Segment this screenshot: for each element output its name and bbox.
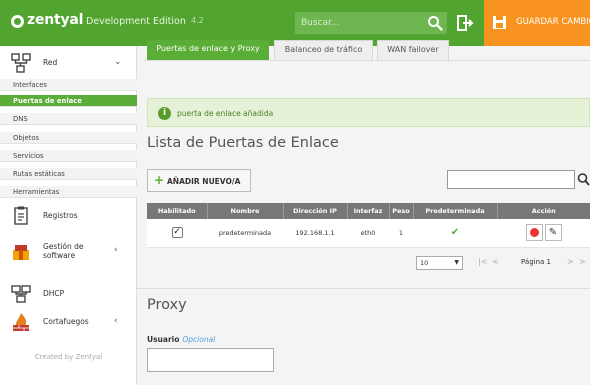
sidebar-item-registros[interactable]: Registros: [0, 201, 137, 231]
save-changes-label: GUARDAR CAMBIOS: [516, 17, 590, 27]
user-field[interactable]: [147, 348, 274, 372]
next-page-icon[interactable]: >: [567, 257, 574, 266]
gateways-table: Habilitado Nombre Dirección IP Interfaz …: [147, 203, 590, 248]
gateways-title: Lista de Puertas de Enlace: [147, 135, 339, 151]
first-page-icon[interactable]: |<: [478, 257, 487, 266]
tabs-divider: [144, 60, 590, 61]
column-header[interactable]: Peso: [389, 203, 414, 219]
sidebar-subitem-static-routes[interactable]: Rutas estáticas: [0, 168, 137, 180]
brand-name: zentyal: [27, 12, 84, 28]
page-size-select[interactable]: 10 ▼: [416, 256, 463, 270]
sidebar-subitem-tools[interactable]: Herramientas: [0, 186, 137, 198]
firewall-icon: [13, 313, 29, 331]
info-icon: i: [158, 107, 171, 120]
chevron-down-icon: ▼: [454, 259, 459, 266]
notice-text: puerta de enlace añadida: [177, 109, 274, 118]
sidebar-subitem-interfaces[interactable]: Interfaces: [0, 79, 137, 91]
chevron-left-icon: ‹: [114, 245, 118, 255]
sidebar-item-dhcp[interactable]: DHCP: [0, 279, 137, 309]
enabled-checkbox[interactable]: ✓: [171, 227, 183, 239]
sidebar-subitem-objects[interactable]: Objetos: [0, 132, 137, 144]
optional-hint: Opcional: [182, 335, 216, 344]
gateway-interface: eth0: [347, 219, 389, 248]
gateway-ip: 192.168.1.1: [283, 219, 347, 248]
add-new-button[interactable]: + AÑADIR NUEVO/A: [147, 169, 251, 192]
sidebar-item-red[interactable]: Red ⌄: [0, 48, 137, 78]
page-size-value: 10: [420, 259, 429, 267]
column-header[interactable]: Predeterminada: [413, 203, 498, 219]
gateway-name: predeterminada: [207, 219, 283, 248]
gateway-weight: 1: [389, 219, 413, 248]
delete-button[interactable]: [525, 224, 543, 242]
version-label: 4.2: [191, 16, 204, 25]
section-divider: [137, 288, 590, 289]
created-by-credit[interactable]: Created by Zentyal: [0, 353, 137, 361]
sidebar: Red ⌄ Interfaces Puertas de enlace DNS O…: [0, 46, 137, 385]
logs-icon: [14, 206, 28, 225]
chevron-left-icon: ‹: [114, 316, 118, 326]
sidebar-item-label: Cortafuegos: [43, 317, 89, 326]
floppy-disk-icon: [493, 16, 506, 29]
sidebar-subitem-gateways[interactable]: Puertas de enlace: [0, 95, 137, 107]
sidebar-item-firewall[interactable]: Cortafuegos ‹: [0, 307, 137, 337]
sidebar-item-label: DHCP: [43, 289, 65, 298]
user-label-text: Usuario: [147, 335, 180, 344]
zentyal-logo-icon: [11, 15, 24, 28]
prev-page-icon[interactable]: <: [492, 257, 499, 266]
logout-icon[interactable]: [456, 14, 474, 32]
network-icon: [11, 53, 31, 73]
default-check-icon: ✔: [450, 227, 460, 239]
search-input[interactable]: [301, 16, 421, 30]
delete-icon: [529, 228, 539, 238]
sidebar-item-label: Registros: [43, 211, 78, 220]
plus-icon: +: [154, 173, 165, 187]
filter-input[interactable]: [447, 170, 575, 189]
search-icon[interactable]: [577, 172, 590, 187]
table-header-row: Habilitado Nombre Dirección IP Interfaz …: [147, 203, 590, 219]
add-new-label: AÑADIR NUEVO/A: [167, 177, 241, 186]
edit-button[interactable]: ✎: [544, 224, 562, 242]
search-icon[interactable]: [427, 15, 443, 31]
column-header[interactable]: Nombre: [207, 203, 284, 219]
last-page-icon[interactable]: >: [579, 257, 586, 266]
proxy-title: Proxy: [147, 297, 187, 313]
edition-label: Development Edition: [86, 16, 186, 27]
sidebar-item-label: Gestión de software: [43, 242, 84, 260]
sidebar-item-label: Red: [43, 58, 58, 67]
column-header[interactable]: Habilitado: [147, 203, 208, 219]
software-icon: [13, 245, 29, 260]
tab-gateways-proxy[interactable]: Puertas de enlace y Proxy: [147, 40, 269, 61]
column-header[interactable]: Dirección IP: [283, 203, 348, 219]
table-row: ✓ predeterminada 192.168.1.1 eth0 1 ✔ ✎: [147, 219, 590, 248]
sidebar-subitem-services[interactable]: Servicios: [0, 150, 137, 162]
user-label: Usuario Opcional: [147, 335, 215, 344]
tab-traffic-balancing[interactable]: Balanceo de tráfico: [274, 40, 373, 61]
success-notice: i puerta de enlace añadida: [147, 98, 590, 127]
tab-wan-failover[interactable]: WAN failover: [377, 40, 449, 61]
column-header: Acción: [497, 203, 590, 219]
page-label: Página 1: [521, 258, 551, 266]
dhcp-icon: [11, 285, 31, 303]
column-header[interactable]: Interfaz: [347, 203, 390, 219]
chevron-down-icon: ⌄: [114, 57, 122, 67]
sidebar-item-software[interactable]: Gestión de software ‹: [0, 237, 137, 267]
sidebar-subitem-dns[interactable]: DNS: [0, 113, 137, 125]
save-changes-button[interactable]: GUARDAR CAMBIOS: [484, 0, 590, 46]
